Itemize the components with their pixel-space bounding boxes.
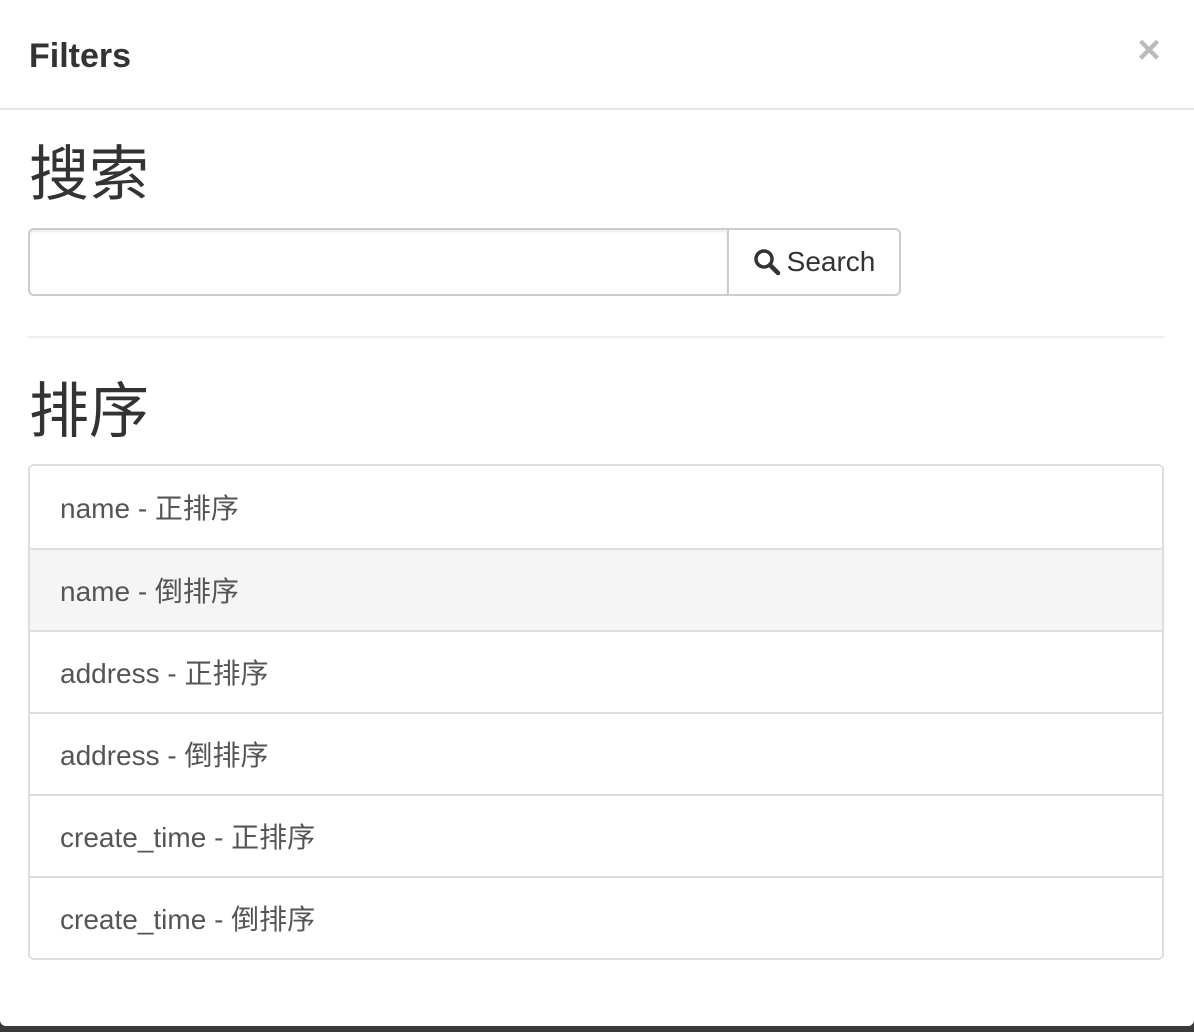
section-divider (28, 336, 1164, 338)
sort-option-name-asc[interactable]: name - 正排序 (30, 466, 1162, 548)
sort-option-label: address - 倒排序 (60, 740, 269, 771)
sort-option-address-asc[interactable]: address - 正排序 (30, 630, 1162, 712)
search-button[interactable]: Search (727, 228, 901, 296)
search-form: Search (28, 228, 901, 296)
sort-option-name-desc[interactable]: name - 倒排序 (30, 548, 1162, 630)
sort-option-label: create_time - 正排序 (60, 822, 316, 853)
sort-option-create-time-desc[interactable]: create_time - 倒排序 (30, 876, 1162, 958)
sort-option-label: name - 正排序 (60, 493, 239, 524)
sort-option-address-desc[interactable]: address - 倒排序 (30, 712, 1162, 794)
sort-heading: 排序 (29, 378, 149, 445)
search-input[interactable] (28, 228, 727, 296)
search-icon (753, 248, 781, 276)
sort-options-list: name - 正排序 name - 倒排序 address - 正排序 addr… (28, 464, 1164, 960)
sort-option-label: address - 正排序 (60, 658, 269, 689)
search-button-label: Search (786, 246, 876, 277)
close-button[interactable]: × (1134, 28, 1164, 72)
sort-option-create-time-asc[interactable]: create_time - 正排序 (30, 794, 1162, 876)
modal-header: Filters × (0, 0, 1194, 110)
sort-option-label: name - 倒排序 (60, 576, 239, 607)
modal-title: Filters (29, 37, 132, 75)
filters-modal: Filters × 搜索 Search 排序 name - 正排序 name -… (0, 0, 1194, 1026)
search-heading: 搜索 (29, 141, 149, 208)
sort-option-label: create_time - 倒排序 (60, 904, 316, 935)
